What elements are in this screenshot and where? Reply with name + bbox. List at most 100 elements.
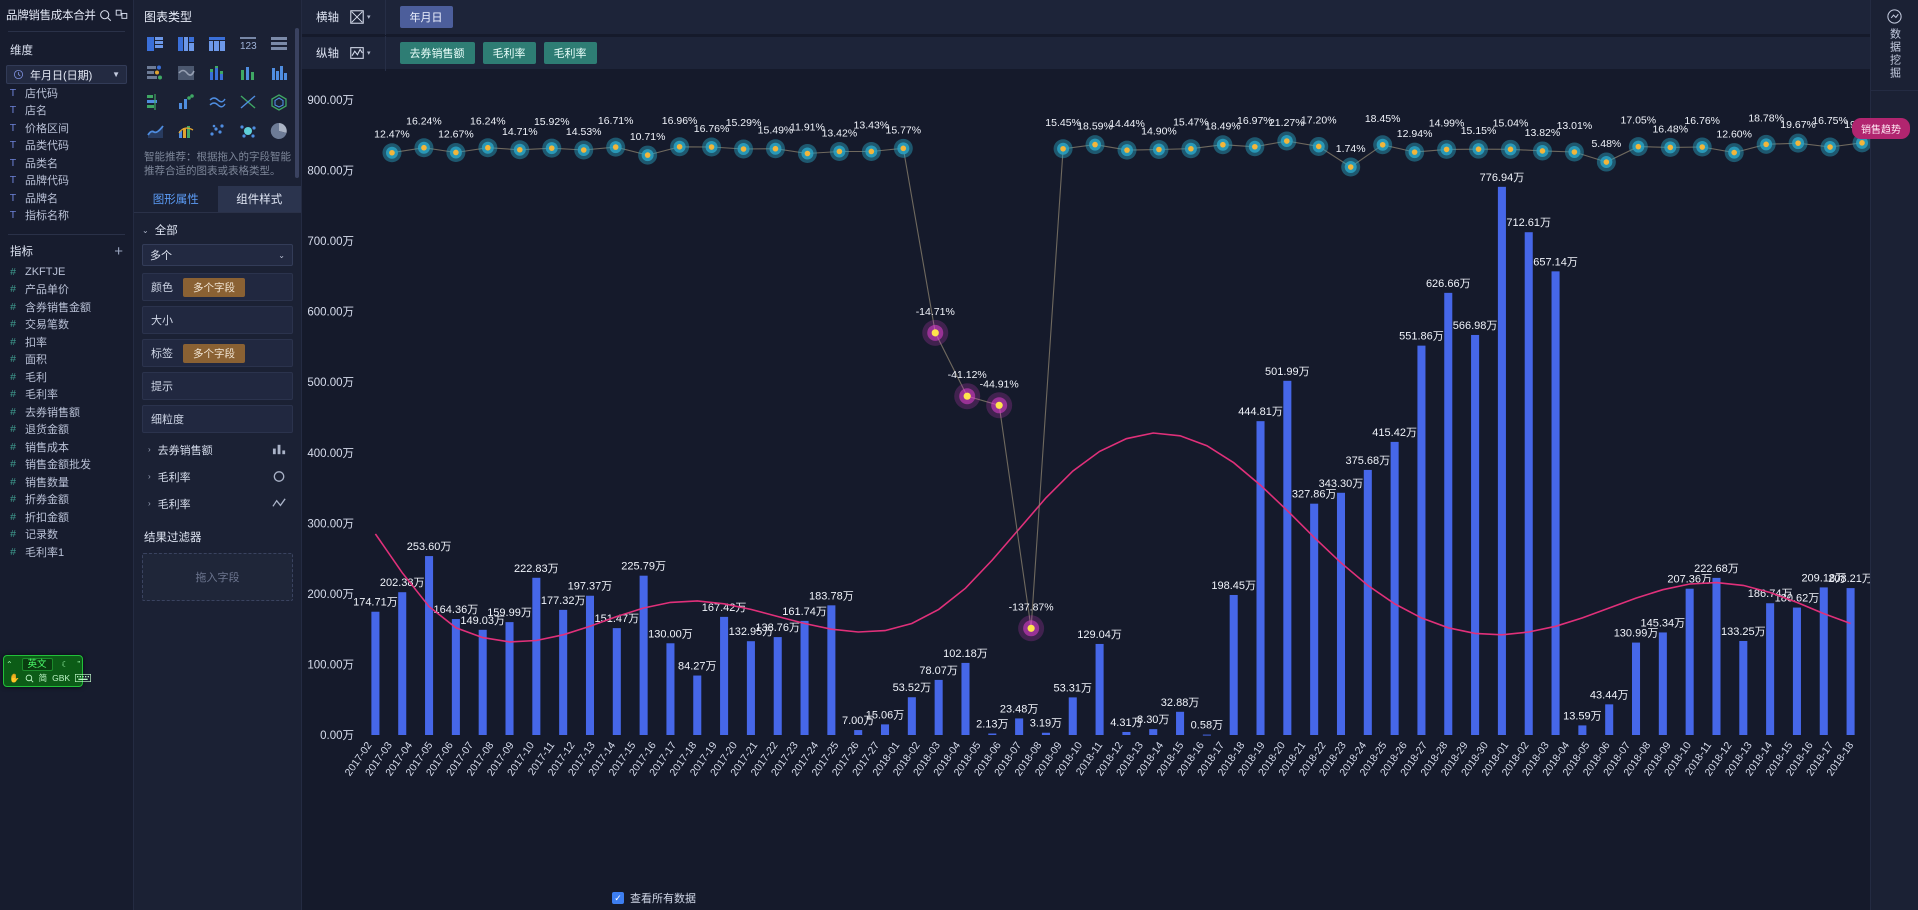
dimension-item[interactable]: T 价格区间: [0, 119, 133, 137]
wave-line-icon[interactable]: [204, 91, 230, 113]
bar[interactable]: [1578, 725, 1587, 735]
bar[interactable]: [1149, 729, 1158, 735]
bar[interactable]: [773, 637, 782, 735]
line-cross-icon[interactable]: [235, 91, 261, 113]
metric-item[interactable]: # ZKFTJE: [0, 263, 133, 281]
scatter-point[interactable]: [670, 137, 690, 157]
scatter-point-outlier[interactable]: [986, 392, 1013, 419]
bar[interactable]: [451, 619, 460, 735]
bar[interactable]: [1229, 594, 1238, 735]
data-mining-button[interactable]: 数据挖掘: [1878, 8, 1912, 80]
scatter-point[interactable]: [1628, 137, 1648, 157]
bar[interactable]: [1524, 232, 1533, 735]
metric-item[interactable]: # 毛利: [0, 368, 133, 386]
metric-item[interactable]: # 毛利率: [0, 386, 133, 404]
bar[interactable]: [1739, 640, 1748, 735]
bubble-icon[interactable]: [235, 120, 261, 142]
bar[interactable]: [639, 575, 648, 735]
y-axis-chip[interactable]: 去券销售额: [399, 42, 475, 64]
measure-item[interactable]: › 毛利率: [142, 465, 293, 488]
y-axis-icon[interactable]: ▾: [349, 45, 371, 61]
column-chart-icon[interactable]: [235, 62, 261, 84]
scatter-point[interactable]: [1085, 135, 1105, 155]
scatter-point[interactable]: [1373, 135, 1393, 155]
property-row[interactable]: 标签 多个字段: [142, 339, 293, 367]
dimension-item[interactable]: T 品牌代码: [0, 172, 133, 190]
table-split-icon[interactable]: [173, 33, 199, 55]
all-fields-select[interactable]: 多个 ⌄: [142, 244, 293, 266]
bar[interactable]: [1202, 734, 1211, 736]
bar[interactable]: [1390, 441, 1399, 735]
metric-item[interactable]: # 折券金额: [0, 491, 133, 509]
bar[interactable]: [1846, 588, 1855, 735]
property-row[interactable]: 提示: [142, 372, 293, 400]
scatter-point[interactable]: [1724, 143, 1744, 163]
bar[interactable]: [934, 679, 943, 735]
bar[interactable]: [585, 595, 595, 735]
scatter-point[interactable]: [1660, 137, 1680, 157]
search-icon[interactable]: [99, 9, 112, 22]
scatter-point[interactable]: [797, 143, 817, 163]
bar-horizontal-icon[interactable]: [142, 91, 168, 113]
bar[interactable]: [1417, 345, 1426, 735]
metric-item[interactable]: # 折扣金额: [0, 508, 133, 526]
property-row[interactable]: 细粒度: [142, 405, 293, 433]
tab-component-style[interactable]: 组件样式: [217, 186, 301, 212]
metric-item[interactable]: # 含券销售金额: [0, 298, 133, 316]
bar[interactable]: [1015, 718, 1024, 735]
scatter-point[interactable]: [702, 137, 722, 157]
table-grid-icon[interactable]: [204, 33, 230, 55]
bar[interactable]: [880, 724, 890, 735]
scatter-point-outlier[interactable]: [954, 383, 981, 410]
scatter-point[interactable]: [1437, 139, 1457, 159]
pie-chart-icon[interactable]: [266, 120, 292, 142]
bar[interactable]: [612, 628, 621, 735]
bar[interactable]: [1605, 704, 1614, 735]
bar[interactable]: [988, 733, 997, 735]
scatter-point[interactable]: [478, 138, 498, 158]
scatter-point[interactable]: [861, 141, 881, 161]
bar[interactable]: [1363, 469, 1372, 735]
ime-mode-label[interactable]: 英文: [21, 658, 53, 671]
sales-trend-badge[interactable]: 销售趋势: [1852, 118, 1910, 139]
bar[interactable]: [398, 592, 407, 735]
bar[interactable]: [961, 662, 970, 735]
bar[interactable]: [1819, 587, 1828, 735]
bar[interactable]: [505, 622, 514, 735]
bar[interactable]: [559, 609, 568, 735]
bar[interactable]: [1336, 492, 1346, 735]
scatter-point[interactable]: [382, 143, 402, 163]
bar[interactable]: [1095, 643, 1104, 735]
x-axis-chip[interactable]: 年月日: [399, 6, 453, 28]
scatter-point[interactable]: [574, 140, 594, 160]
bar[interactable]: [1283, 380, 1292, 735]
scatter-point[interactable]: [1181, 139, 1201, 159]
bar[interactable]: [827, 605, 836, 735]
scatter-point[interactable]: [1500, 139, 1520, 159]
bar[interactable]: [478, 629, 487, 735]
bar[interactable]: [907, 697, 916, 735]
dimension-item[interactable]: T 品类代码: [0, 137, 133, 155]
scatter-point[interactable]: [1149, 140, 1169, 160]
stacked-bar-icon[interactable]: [204, 62, 230, 84]
bar-detail-icon[interactable]: [142, 62, 168, 84]
bar[interactable]: [1497, 186, 1506, 735]
metric-item[interactable]: # 销售成本: [0, 438, 133, 456]
dimension-item[interactable]: T 品牌名: [0, 189, 133, 207]
view-all-data-checkbox[interactable]: ✓: [612, 892, 624, 904]
bar[interactable]: [532, 577, 541, 735]
property-row[interactable]: 大小: [142, 306, 293, 334]
view-all-data-control[interactable]: ✓ 查看所有数据: [612, 890, 696, 906]
dimension-item[interactable]: T 指标名称: [0, 207, 133, 225]
scatter-point[interactable]: [1053, 139, 1073, 159]
scatter-point[interactable]: [1692, 137, 1712, 157]
ime-search-icon[interactable]: [25, 674, 34, 683]
metric-item[interactable]: # 记录数: [0, 526, 133, 544]
chart-canvas[interactable]: 0.00万 100.00万 200.00万 300.00万 400.00万 500.00万…: [302, 70, 1872, 910]
metric-item[interactable]: # 去券销售额: [0, 403, 133, 421]
scatter-point[interactable]: [893, 138, 913, 158]
scatter-point[interactable]: [414, 138, 434, 158]
metric-item[interactable]: # 销售数量: [0, 473, 133, 491]
scatter-point[interactable]: [510, 140, 530, 160]
ime-keyboard-icon[interactable]: [75, 674, 92, 682]
